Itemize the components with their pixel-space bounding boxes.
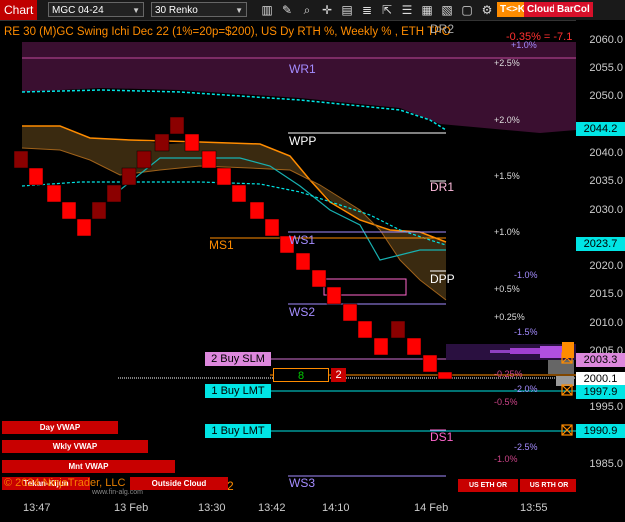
time-tick: 14:10 [322, 502, 350, 514]
calendar-icon[interactable]: ▦ [419, 2, 435, 18]
chart-plot-area[interactable]: RE 30 (M)GC Swing Ichi Dec 22 (1%=20p=$2… [0, 20, 578, 498]
bar-type-label: 30 Renko [155, 5, 198, 16]
day-vwap-button[interactable]: Day VWAP [2, 421, 118, 434]
us-rth-or-button[interactable]: US RTH OR [520, 479, 578, 492]
strategy-icon[interactable]: ⚙ [479, 2, 495, 18]
pct-label: +1.0% [494, 227, 520, 237]
chevron-down-icon: ▼ [132, 6, 140, 15]
wpp-label: WPP [289, 134, 317, 148]
pct-label: -0.5% [494, 397, 518, 407]
time-tick: 13:47 [23, 502, 51, 514]
pct-top-label: +1.0% [511, 40, 537, 50]
time-tick: 14 Feb [414, 502, 449, 514]
position-quantity-close[interactable]: 2 [331, 368, 346, 382]
window-icon[interactable]: ▢ [459, 2, 475, 18]
wkly-vwap-button[interactable]: Wkly VWAP [2, 440, 148, 453]
us-eth-or-button[interactable]: US ETH OR [458, 479, 518, 492]
data-box-icon[interactable]: ▤ [339, 2, 355, 18]
position-quantity[interactable]: 8 [273, 368, 329, 382]
copyright: © 2024 NinjaTrader, LLC [4, 477, 126, 489]
price-tick: 2035.0 [589, 175, 623, 187]
buy-lmt-order-1[interactable]: 1 Buy LMT [205, 384, 271, 398]
watermark: www.fin-alg.com [92, 489, 143, 496]
pct-label: -1.5% [514, 327, 538, 337]
weekly-cloud [22, 42, 576, 133]
pct-label: +0.25% [494, 312, 525, 322]
ws3-label: WS3 [289, 476, 316, 490]
wr1-label: WR1 [289, 62, 316, 76]
pointer-icon[interactable]: ⇱ [379, 2, 395, 18]
mnt-vwap-button[interactable]: Mnt VWAP [2, 460, 175, 473]
pct-label: -0.25% [494, 369, 523, 379]
crosshair-icon[interactable]: ✛ [319, 2, 335, 18]
price-marker-2044: 2044.2 [576, 122, 625, 136]
pct-label: -2.0% [514, 384, 538, 394]
dr2-label: DR2 [430, 22, 455, 36]
price-tick: 2010.0 [589, 317, 623, 329]
bar-chart-icon[interactable]: ▥ [259, 2, 275, 18]
price-tick: 1985.0 [589, 458, 623, 470]
price-tick: 2060.0 [589, 34, 623, 46]
pct-label: -1.0% [494, 454, 518, 464]
ws1-label: WS1 [289, 233, 316, 247]
pct-label: +1.5% [494, 171, 520, 181]
zoom-icon[interactable]: ⌕ [299, 2, 315, 18]
price-marker-2000: 2000.1 [576, 372, 625, 386]
price-tick: 2020.0 [589, 260, 623, 272]
pct-label: +0.5% [494, 284, 520, 294]
chart-toolbar: Chart MGC 04-24 ▼ 30 Renko ▼ ▥ ✎ ⌕ ✛ ▤ ≣… [0, 0, 625, 21]
pct-label: +2.5% [494, 58, 520, 68]
pct-label: -2.5% [514, 442, 538, 452]
chart-list-icon[interactable]: ☰ [399, 2, 415, 18]
price-axis[interactable]: 2060.0 2055.0 2050.0 2040.0 2035.0 2030.… [576, 20, 625, 498]
instrument-selector[interactable]: MGC 04-24 ▼ [48, 2, 144, 17]
buy-slm-order[interactable]: 2 Buy SLM [205, 352, 271, 366]
price-marker-1997: 1997.9 [576, 385, 625, 399]
time-tick: 13:55 [520, 502, 548, 514]
buy-lmt-order-2[interactable]: 1 Buy LMT [205, 424, 271, 438]
price-tick: 2015.0 [589, 288, 623, 300]
price-tick: 2030.0 [589, 204, 623, 216]
ws2-label: WS2 [289, 305, 316, 319]
ds1-label: DS1 [430, 430, 454, 444]
outside-cloud-button[interactable]: Outside Cloud [130, 477, 228, 490]
price-marker-2023: 2023.7 [576, 237, 625, 251]
price-marker-1990: 1990.9 [576, 424, 625, 438]
time-tick: 13:30 [198, 502, 226, 514]
chart-tab[interactable]: Chart [0, 0, 38, 20]
price-tick: 2055.0 [589, 62, 623, 74]
dpp-label: DPP [430, 272, 455, 286]
barcol-button[interactable]: BarCol [554, 2, 593, 17]
chart-title: RE 30 (M)GC Swing Ichi Dec 22 (1%=20p=$2… [4, 26, 451, 38]
chevron-down-icon: ▼ [235, 6, 243, 15]
price-tick: 1995.0 [589, 401, 623, 413]
dr1-label: DR1 [430, 180, 455, 194]
time-tick: 13:42 [258, 502, 286, 514]
bar-type-selector[interactable]: 30 Renko ▼ [151, 2, 247, 17]
ms1-label: MS1 [209, 238, 234, 252]
dom-icon[interactable]: ▧ [439, 2, 455, 18]
instrument-label: MGC 04-24 [52, 5, 104, 16]
pencil-icon[interactable]: ✎ [279, 2, 295, 18]
time-axis[interactable]: 13:47 13 Feb 13:30 13:42 14:10 14 Feb 13… [0, 498, 625, 522]
price-tick: 2050.0 [589, 90, 623, 102]
pct-label: +2.0% [494, 115, 520, 125]
daily-cloud [22, 126, 446, 300]
price-tick: 2040.0 [589, 147, 623, 159]
properties-icon[interactable]: ≣ [359, 2, 375, 18]
pct-label: -1.0% [514, 270, 538, 280]
price-marker-2003: 2003.3 [576, 353, 625, 367]
time-tick: 13 Feb [114, 502, 149, 514]
